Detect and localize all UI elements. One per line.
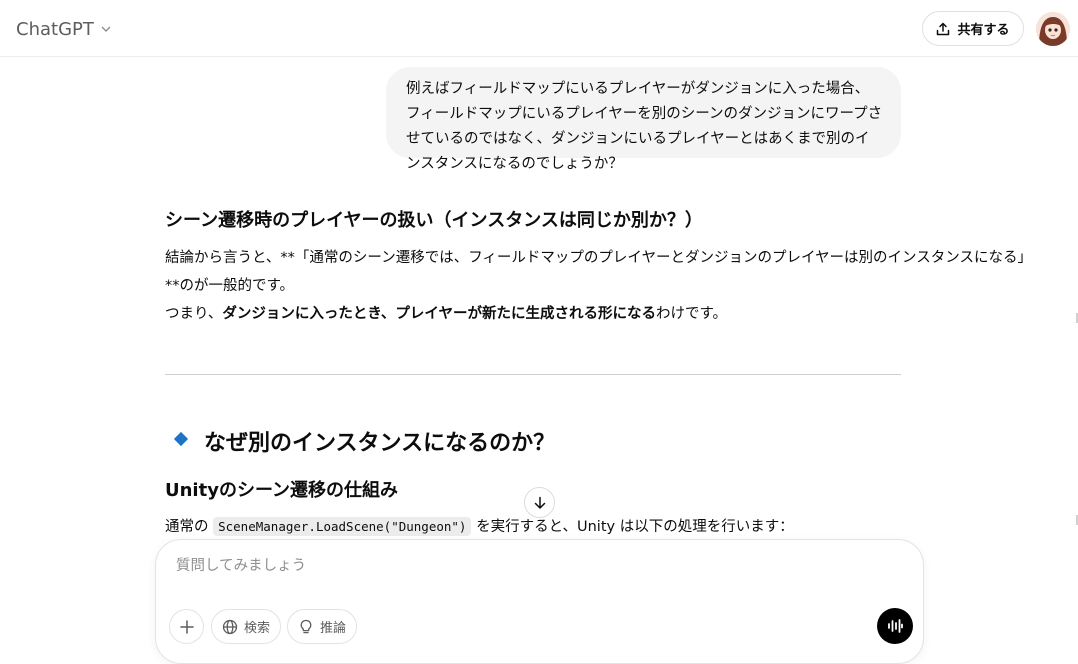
top-bar: ChatGPT 共有する — [0, 0, 1078, 57]
summary-suffix: わけです。 — [655, 306, 728, 322]
share-label: 共有する — [957, 23, 1010, 38]
attach-button[interactable] — [169, 609, 204, 644]
share-button[interactable]: 共有する — [922, 11, 1024, 46]
user-message-text: 例えばフィールドマップにいるプレイヤーがダンジョンに入った場合、フィールドマップ… — [406, 81, 883, 172]
prompt-input[interactable] — [174, 554, 874, 578]
model-name: ChatGPT — [16, 18, 94, 40]
arrow-down-icon — [534, 496, 545, 509]
summary-prefix: つまり、 — [165, 306, 223, 322]
search-label: 検索 — [243, 621, 270, 636]
reason-label: 推論 — [319, 621, 346, 636]
scroll-to-bottom-button[interactable] — [524, 487, 555, 518]
reason-button[interactable]: 推論 — [287, 609, 357, 644]
section-heading: なぜ別のインスタンスになるのか？ — [204, 431, 556, 456]
avatar-image — [1036, 12, 1070, 46]
sub-heading: Unityのシーン遷移の仕組み — [165, 480, 399, 501]
voice-mode-button[interactable] — [877, 608, 913, 644]
composer: 検索 推論 — [155, 539, 924, 664]
body-prefix: 通常の — [165, 519, 209, 535]
plus-icon — [179, 619, 194, 634]
conclusion-line-2: **のが一般的です。 — [165, 278, 295, 294]
globe-icon — [222, 619, 238, 634]
body-suffix: を実行すると、Unity は以下の処理を行います： — [476, 519, 794, 535]
conclusion-line-1: 結論から言うと、**「通常のシーン遷移では、フィールドマップのプレイヤーとダンジ… — [165, 250, 1032, 266]
chevron-down-icon — [101, 26, 111, 32]
section-divider — [165, 374, 901, 375]
search-button[interactable]: 検索 — [211, 609, 281, 644]
body-paragraph: 通常の SceneManager.LoadScene("Dungeon") を実… — [165, 515, 794, 536]
diamond-bullet-icon — [173, 431, 189, 447]
lightbulb-icon — [300, 619, 312, 633]
avatar[interactable] — [1036, 12, 1070, 46]
summary-bold: ダンジョンに入ったとき、プレイヤーが新たに生成される形になる — [222, 306, 656, 322]
model-selector[interactable]: ChatGPT — [10, 13, 118, 45]
user-message-bubble: 例えばフィールドマップにいるプレイヤーがダンジョンに入った場合、フィールドマップ… — [386, 67, 901, 172]
inline-code: SceneManager.LoadScene("Dungeon") — [213, 517, 472, 536]
voice-waveform-icon — [888, 619, 903, 633]
summary-line: つまり、ダンジョンに入ったとき、プレイヤーが新たに生成される形になるわけです。 — [165, 302, 727, 323]
response-heading: シーン遷移時のプレイヤーの扱い（インスタンスは同じか別か？） — [165, 210, 703, 231]
upload-icon — [937, 22, 950, 35]
